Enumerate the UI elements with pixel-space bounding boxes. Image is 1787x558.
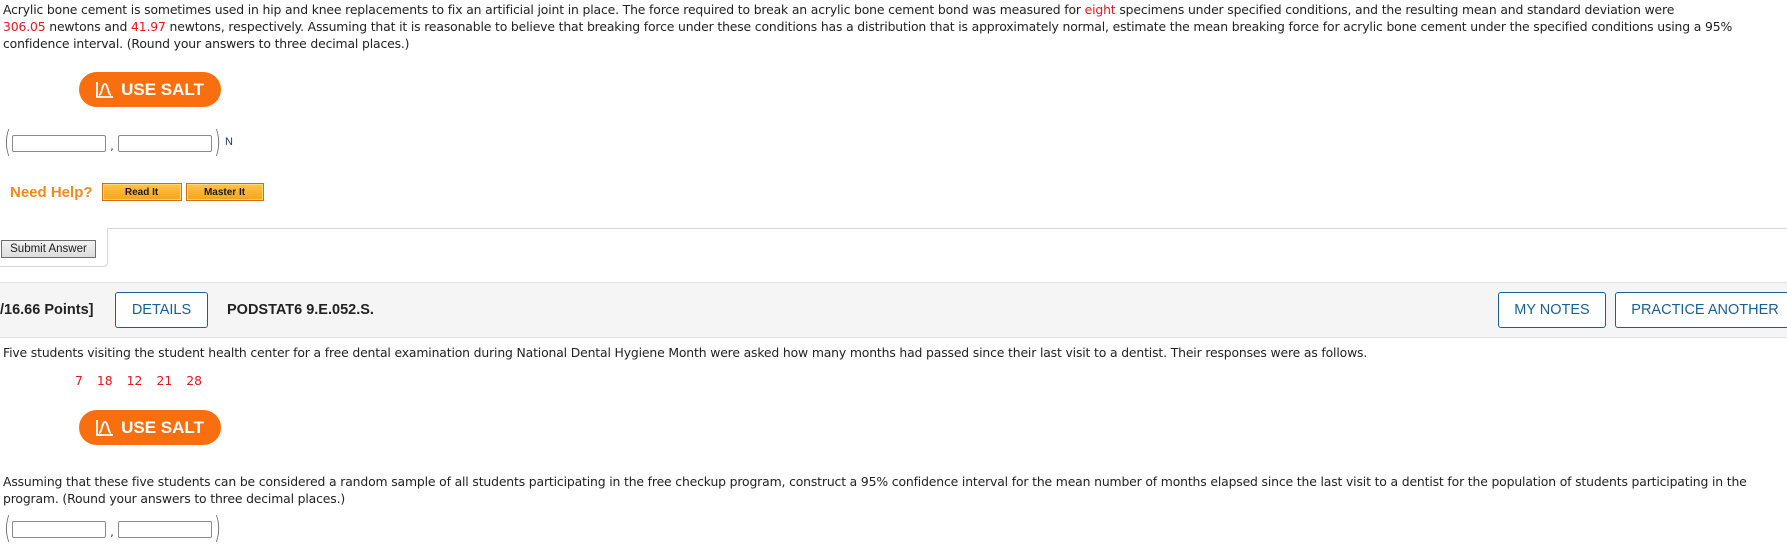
points-label: /16.66 Points] [0, 302, 94, 318]
practice-another-button[interactable]: PRACTICE ANOTHER [1615, 292, 1787, 328]
question2-prompt-line1: Assuming that these five students can be… [3, 474, 1747, 489]
need-help-row: Need Help? Read It Master It [10, 183, 268, 201]
salt-distribution-icon [96, 420, 114, 436]
submit-divider [0, 228, 1787, 269]
question2-prompt-line2: program. (Round your answers to three de… [3, 491, 346, 507]
submit-answer-button[interactable]: Submit Answer [1, 240, 96, 258]
confidence-interval-answer-2: ( , ) [2, 514, 222, 544]
lower-bound-input[interactable] [12, 134, 106, 152]
data-value: 7 [75, 373, 83, 388]
question1-line3: confidence interval. (Round your answers… [3, 36, 410, 52]
data-values: 7 18 12 21 28 [75, 373, 216, 388]
data-value: 18 [96, 373, 113, 388]
lower-bound-input[interactable] [12, 520, 106, 538]
separator: , [110, 139, 114, 153]
use-salt-label: USE SALT [121, 79, 204, 99]
specimen-count: eight [1084, 2, 1116, 17]
confidence-interval-answer: ( , ) N [2, 128, 233, 158]
question1-text: Acrylic bone cement is sometimes used in… [3, 1, 1732, 53]
my-notes-button[interactable]: MY NOTES [1498, 292, 1606, 328]
data-value: 28 [186, 373, 203, 388]
use-salt-button[interactable]: USE SALT [79, 410, 221, 445]
data-value: 12 [126, 373, 143, 388]
question2-header: /16.66 Points] DETAILS PODSTAT6 9.E.052.… [0, 282, 1787, 338]
separator: , [110, 525, 114, 539]
question1-line2: 306.05 newtons and 41.97 newtons, respec… [3, 19, 1733, 35]
use-salt-label: USE SALT [121, 417, 204, 437]
unit-label: N [225, 136, 233, 148]
close-paren: ) [214, 511, 222, 546]
need-help-label: Need Help? [10, 183, 93, 201]
close-paren: ) [214, 125, 222, 160]
open-paren: ( [4, 511, 12, 546]
use-salt-button[interactable]: USE SALT [79, 72, 221, 107]
salt-distribution-icon [96, 82, 114, 98]
mean-value: 306.05 [3, 19, 46, 35]
open-paren: ( [4, 125, 12, 160]
read-it-button[interactable]: Read It [101, 183, 182, 201]
upper-bound-input[interactable] [118, 134, 212, 152]
sd-value: 41.97 [131, 19, 166, 35]
question2-intro: Five students visiting the student healt… [3, 345, 1368, 360]
data-value: 21 [156, 373, 173, 388]
upper-bound-input[interactable] [118, 520, 212, 538]
master-it-button[interactable]: Master It [185, 183, 264, 201]
details-button[interactable]: DETAILS [115, 292, 208, 328]
question1-line1: Acrylic bone cement is sometimes used in… [3, 2, 1675, 17]
question-code: PODSTAT6 9.E.052.S. [227, 302, 374, 318]
question2-prompt: Assuming that these five students can be… [3, 473, 1747, 507]
